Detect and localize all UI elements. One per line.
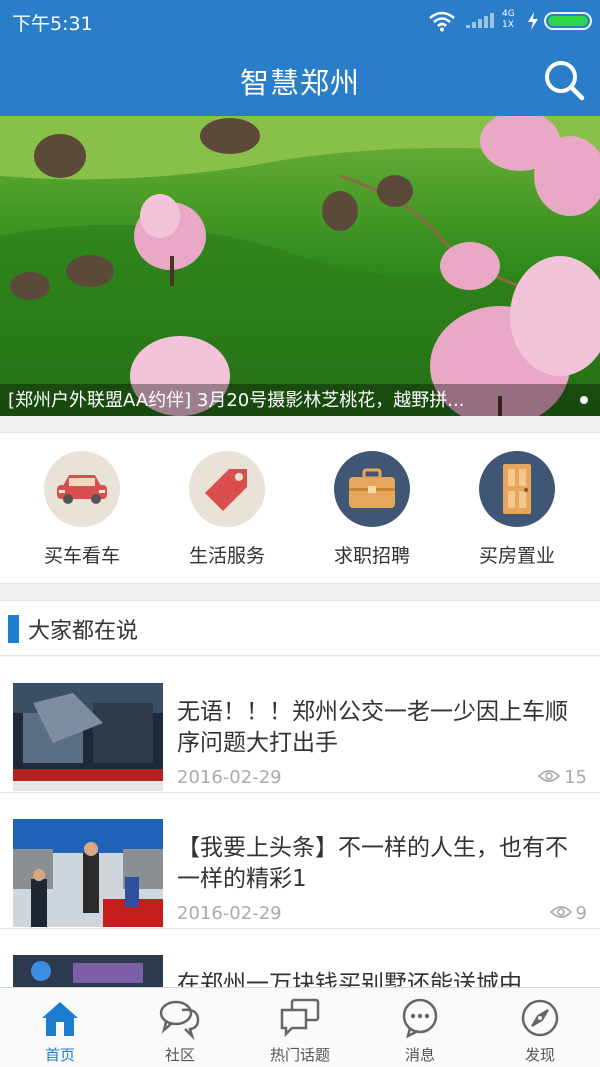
bottom-nav: 首页 社区 热门话题 消息 发现: [0, 987, 600, 1067]
section-header: 大家都在说: [0, 600, 600, 656]
topics-icon: [278, 996, 322, 1040]
network-4g: 4G: [502, 9, 515, 19]
news-title: 【我要上头条】不一样的人生，也有不一样的精彩1: [177, 835, 568, 892]
briefcase-icon: [334, 451, 410, 527]
tab-label: 首页: [44, 1046, 75, 1064]
status-bar: 下午5:31 4G 1X: [0, 0, 600, 44]
service-label: 买车看车: [43, 545, 120, 567]
door-icon: [479, 451, 555, 527]
page-title: 智慧郑州: [239, 66, 360, 100]
section-accent: [8, 615, 19, 643]
chat-bubbles-icon: [158, 996, 202, 1041]
signal-icon: [466, 12, 498, 34]
message-icon: [398, 996, 442, 1040]
news-title: 无语！！！郑州公交一老一少因上车顺序问题大打出手: [177, 699, 568, 756]
service-label: 生活服务: [188, 545, 265, 567]
tab-label: 消息: [404, 1046, 435, 1064]
news-date: 2016-02-29: [177, 903, 282, 924]
wifi-icon: [428, 10, 456, 36]
news-list: 无语！！！郑州公交一老一少因上车顺序问题大打出手 2016-02-29 15 【…: [0, 657, 600, 987]
service-housing[interactable]: 买房置业: [457, 451, 577, 568]
service-label: 买房置业: [478, 545, 555, 567]
car-icon: [44, 451, 120, 527]
news-thumbnail: [13, 683, 163, 791]
search-icon[interactable]: [542, 58, 586, 102]
service-label: 求职招聘: [333, 545, 410, 567]
news-date: 2016-02-29: [177, 767, 282, 788]
tab-label: 社区: [164, 1046, 195, 1064]
tag-icon: [189, 451, 265, 527]
tab-label: 发现: [524, 1046, 555, 1064]
tab-messages[interactable]: 消息: [360, 996, 480, 1065]
view-count-value: 15: [564, 767, 587, 788]
battery-icon: [544, 12, 592, 30]
charging-icon: [527, 12, 539, 34]
banner-caption[interactable]: [郑州户外联盟AA约伴] 3月20号摄影林芝桃花，越野拼...: [8, 386, 548, 412]
network-1x: 1X: [502, 20, 514, 30]
tab-label: 热门话题: [269, 1046, 330, 1064]
carousel-indicator: [580, 396, 588, 404]
eye-icon: [549, 903, 572, 924]
service-jobs[interactable]: 求职招聘: [312, 451, 432, 568]
view-count: 9: [549, 903, 587, 924]
banner-image: [0, 116, 600, 416]
section-title: 大家都在说: [28, 619, 139, 644]
quick-services: 买车看车 生活服务 求职招聘 买房置业: [0, 432, 600, 584]
tab-discover[interactable]: 发现: [480, 996, 600, 1065]
list-item[interactable]: 【我要上头条】不一样的人生，也有不一样的精彩1 2016-02-29 9: [0, 793, 600, 929]
tab-hot-topics[interactable]: 热门话题: [240, 996, 360, 1065]
tab-home[interactable]: 首页: [0, 996, 120, 1065]
list-item[interactable]: 在郑州一万块钱买别墅还能送城中: [0, 929, 600, 987]
service-buy-car[interactable]: 买车看车: [22, 451, 142, 568]
list-item[interactable]: 无语！！！郑州公交一老一少因上车顺序问题大打出手 2016-02-29 15: [0, 657, 600, 793]
tab-community[interactable]: 社区: [120, 996, 240, 1065]
view-count-value: 9: [575, 903, 587, 924]
banner-carousel[interactable]: [郑州户外联盟AA约伴] 3月20号摄影林芝桃花，越野拼...: [0, 116, 600, 416]
status-time: 下午5:31: [12, 13, 93, 35]
app-header: 智慧郑州: [0, 44, 600, 116]
network-type: 4G 1X: [502, 9, 515, 31]
eye-icon: [537, 767, 561, 788]
view-count: 15: [537, 767, 587, 788]
news-thumbnail: [13, 955, 163, 987]
news-thumbnail: [13, 819, 163, 927]
home-icon: [38, 996, 82, 1040]
service-life[interactable]: 生活服务: [167, 451, 287, 568]
news-title: 在郑州一万块钱买别墅还能送城中: [177, 971, 522, 987]
compass-icon: [518, 996, 562, 1040]
